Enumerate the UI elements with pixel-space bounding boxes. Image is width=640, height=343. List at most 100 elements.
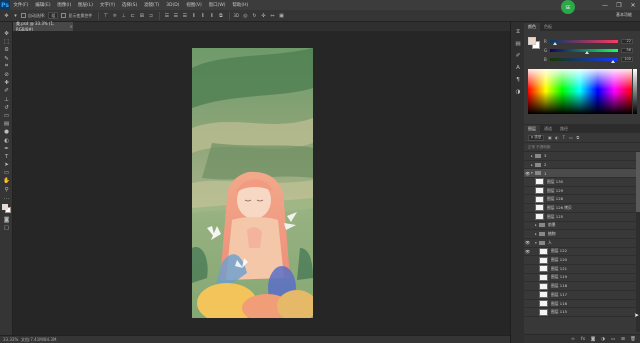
layer-group-row[interactable]: 👁▸3 [524,152,636,161]
slider-track[interactable] [550,48,618,54]
properties-panel-icon[interactable]: ▤ [511,38,525,50]
layer-group-row[interactable]: 👁▸植物 [524,230,636,239]
lasso-tool-icon[interactable]: ᘓ [0,46,13,54]
3d-slide-icon[interactable]: ⇔ [269,12,276,19]
align-top-icon[interactable]: ⊤ [102,12,109,19]
blend-mode-row[interactable]: 正常 不透明度: [524,143,640,152]
menu-file[interactable]: 文件(F) [10,2,32,8]
visibility-eye-icon[interactable]: 👁 [524,300,531,308]
layer-row[interactable]: 👁 图层 128 [524,195,636,205]
pen-tool-icon[interactable]: ✒ [0,145,13,153]
3d-scale-icon[interactable]: ▣ [278,12,285,19]
history-brush-tool-icon[interactable]: ↺ [0,104,13,112]
close-button[interactable]: ✕ [626,0,640,10]
layer-row[interactable]: 👁 图层 120 [524,256,636,265]
paragraph-panel-icon[interactable]: ¶ [511,74,525,86]
marquee-tool-icon[interactable]: ⬚ [0,38,13,46]
align-right-icon[interactable]: ⊐ [147,12,154,19]
quick-mask-icon[interactable]: ◙ [0,216,13,224]
hand-tool-icon[interactable]: ✋ [0,177,13,185]
layers-scrollbar[interactable] [636,152,640,332]
zoom-tool-icon[interactable]: ⚲ [0,186,13,194]
layer-row[interactable]: 👁 图层 116 [524,300,636,309]
distribute-hcenter-icon[interactable]: ⦀ [199,12,206,19]
auto-align-icon[interactable]: ⧉ [217,12,224,19]
layer-row[interactable]: 👁 图层 115 [524,308,636,318]
foreground-color-swatch[interactable] [2,203,8,210]
visibility-eye-icon[interactable]: 👁 [524,308,531,316]
visibility-eye-icon[interactable]: 👁 [524,247,531,255]
gradient-tool-icon[interactable]: ▤ [0,120,13,128]
visibility-eye-icon[interactable]: 👁 [524,273,531,281]
path-select-tool-icon[interactable]: ➤ [0,161,13,169]
menu-help[interactable]: 帮助(H) [229,2,252,8]
slider-value[interactable]: 56 [621,47,633,53]
3d-roll-icon[interactable]: ↻ [251,12,258,19]
new-group-icon[interactable]: ▭ [610,336,616,342]
move-tool-icon[interactable]: ✥ [3,12,10,19]
adjustment-icon[interactable]: ◑ [600,336,606,342]
menu-type[interactable]: 文字(Y) [96,2,118,8]
tool-preset-dropdown-icon[interactable]: ▾ [12,12,19,19]
distribute-top-icon[interactable]: ☰ [163,12,170,19]
color-panel-swatches[interactable] [528,37,540,49]
blur-tool-icon[interactable]: ● [0,128,13,136]
dodge-tool-icon[interactable]: ◐ [0,136,13,144]
fx-icon[interactable]: fx [580,336,586,342]
layer-row[interactable]: 👁 图层 121 [524,265,636,274]
canvas-artwork[interactable] [192,48,313,318]
layer-group-row[interactable]: 👁 ▾ 人 [524,239,636,248]
shape-tool-icon[interactable]: ▭ [0,169,13,177]
move-tool-icon[interactable]: ✥ [0,30,13,38]
menu-view[interactable]: 视图(V) [183,2,205,8]
slider-g[interactable]: G 56 [544,47,636,54]
show-transform-checkbox[interactable] [61,13,67,18]
brush-tool-icon[interactable]: ✐ [0,87,13,95]
layer-row[interactable]: 👁 图层 129 [524,187,636,196]
canvas-area[interactable] [13,31,510,335]
workspace-switcher[interactable]: 基本功能 [616,12,632,18]
tab-color[interactable]: 颜色 [524,23,540,31]
align-left-icon[interactable]: ⊏ [129,12,136,19]
menu-filter[interactable]: 滤镜(T) [141,2,163,8]
menu-edit[interactable]: 编辑(E) [32,2,54,8]
maximize-button[interactable]: ❐ [612,0,626,10]
slider-track[interactable] [550,39,618,45]
tab-swatches[interactable]: 色板 [540,23,556,31]
mask-icon[interactable]: ◙ [590,336,596,342]
layers-scrollbar-thumb[interactable] [636,152,640,212]
3d-pan-icon[interactable]: ✣ [260,12,267,19]
auto-select-dropdown[interactable]: 组 [48,12,59,19]
visibility-eye-icon[interactable]: 👁 [524,161,531,169]
menu-3d[interactable]: 3D(D) [163,3,183,8]
layer-row[interactable]: 👁 图层 125 [524,213,636,222]
3d-orbit-icon[interactable]: ◎ [242,12,249,19]
slider-value[interactable]: 22 [621,38,633,44]
color-spectrum[interactable] [528,69,632,114]
visibility-eye-icon[interactable]: 👁 [524,178,531,186]
adjustments-panel-icon[interactable]: ◑ [511,86,525,98]
visibility-eye-icon[interactable]: 👁 [524,256,531,264]
slider-b[interactable]: B 100 [544,56,636,63]
menu-window[interactable]: 窗口(W) [205,2,229,8]
menu-image[interactable]: 图像(I) [54,2,75,8]
visibility-eye-icon[interactable]: 👁 [524,221,531,229]
visibility-eye-icon[interactable]: 👁 [524,239,531,247]
new-layer-icon[interactable]: ⊞ [620,336,626,342]
layer-row[interactable]: 👁 图层 117 [524,291,636,300]
quick-select-tool-icon[interactable]: ✎ [0,55,13,63]
visibility-eye-icon[interactable]: 👁 [524,230,531,238]
layer-row[interactable]: 👁 图层 130 [524,178,636,187]
more-tools-icon[interactable]: … [0,194,13,202]
visibility-eye-icon[interactable]: 👁 [524,204,531,212]
auto-select-checkbox[interactable] [21,13,26,18]
visibility-eye-icon[interactable]: 👁 [524,169,531,177]
foreground-color-swatch[interactable] [528,37,536,45]
layer-row[interactable]: 👁 图层 119 [524,273,636,283]
eyedropper-tool-icon[interactable]: ⊘ [0,71,13,79]
filter-type-icon[interactable]: T [561,135,566,140]
clone-stamp-tool-icon[interactable]: ⊥ [0,96,13,104]
character-panel-icon[interactable]: A [511,62,525,74]
screen-mode-icon[interactable]: ▢ [0,224,13,232]
layer-group-row[interactable]: 👁▸2 [524,161,636,170]
